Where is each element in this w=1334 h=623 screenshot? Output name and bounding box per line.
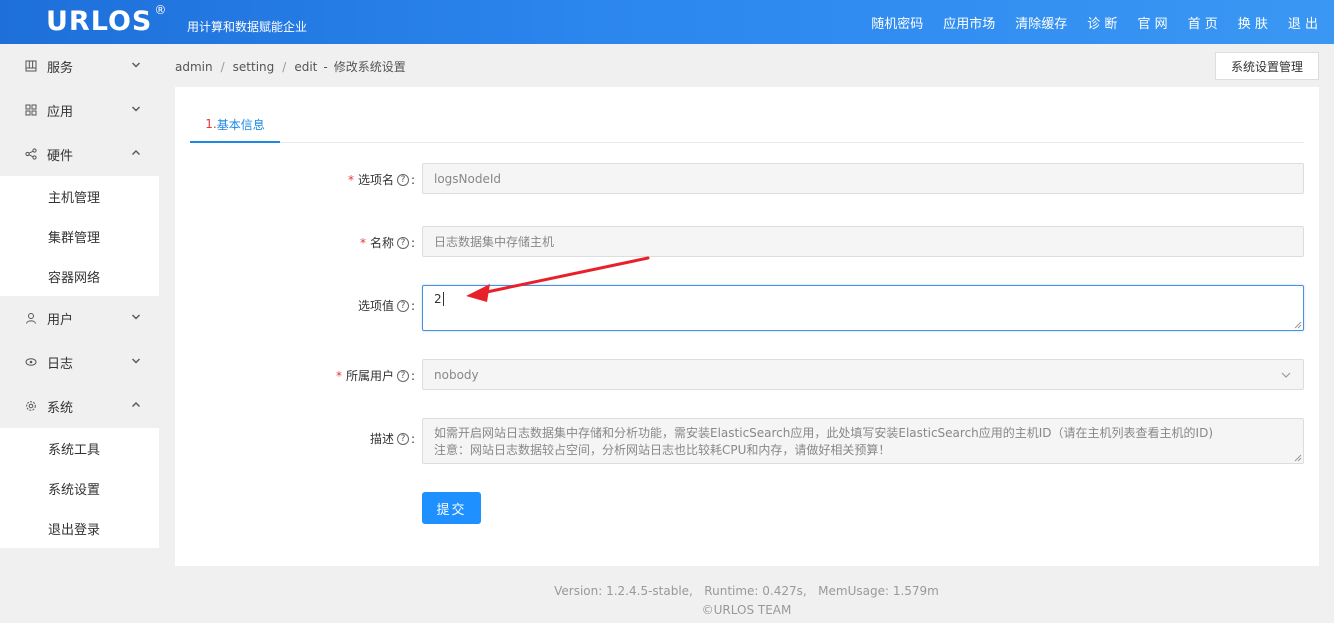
owner-select[interactable]: nobody: [422, 359, 1304, 390]
description-textarea[interactable]: 如需开启网站日志数据集中存储和分析功能，需安装ElasticSearch应用，此…: [422, 418, 1304, 464]
hardware-submenu: 主机管理 集群管理 容器网络: [0, 176, 159, 296]
breadcrumb-edit: edit: [294, 59, 318, 74]
apps-icon: [24, 103, 38, 117]
chevron-down-icon: [1281, 372, 1291, 378]
grid-icon: [24, 59, 38, 73]
sidebar-item-label: 日志: [47, 356, 74, 372]
user-icon: [24, 311, 38, 325]
nav-logout[interactable]: 退 出: [1288, 13, 1318, 32]
breadcrumb-admin[interactable]: admin: [175, 60, 213, 74]
chevron-down-icon: [132, 314, 140, 320]
form-card: 1. 基本信息 * 选项名?: logsNodeId * 名称?: 日志数据集中存储主…: [175, 87, 1319, 566]
breadcrumb: admin / setting / edit - 修改系统设置: [175, 59, 406, 75]
help-icon: ?: [396, 369, 409, 382]
sidebar-item-system-settings[interactable]: 系统设置: [0, 468, 159, 508]
sidebar-item-system[interactable]: 系统: [0, 384, 159, 428]
chevron-up-icon: [132, 402, 140, 407]
submit-button[interactable]: 提交: [422, 492, 481, 524]
chevron-down-icon: [132, 62, 140, 68]
owner-label: * 所属用户?:: [335, 368, 415, 384]
footer-copyright: ©URLOS TEAM: [701, 603, 792, 617]
name-label: * 名称?:: [359, 235, 415, 251]
nav-random-password[interactable]: 随机密码: [871, 13, 923, 32]
sidebar-item-container-network[interactable]: 容器网络: [0, 256, 159, 296]
help-icon: ?: [396, 236, 409, 249]
description-label: 描述?:: [369, 431, 415, 447]
nav-official-site[interactable]: 官 网: [1137, 13, 1167, 32]
nav-home[interactable]: 首 页: [1188, 13, 1218, 32]
nav-diagnose[interactable]: 诊 断: [1087, 13, 1117, 32]
option-name-label: * 选项名?:: [347, 172, 415, 188]
eye-icon: [24, 355, 38, 369]
gear-icon: [24, 399, 38, 413]
sidebar-item-services[interactable]: 服务: [0, 44, 159, 88]
sidebar-item-users[interactable]: 用户: [0, 296, 159, 340]
breadcrumb-setting[interactable]: setting: [233, 60, 275, 74]
sidebar-item-label: 系统: [47, 400, 74, 416]
sidebar-item-apps[interactable]: 应用: [0, 88, 159, 132]
sidebar-item-hardware[interactable]: 硬件: [0, 132, 159, 176]
sidebar-item-logs[interactable]: 日志: [0, 340, 159, 384]
sidebar-item-system-tools[interactable]: 系统工具: [0, 428, 159, 468]
nav-skin[interactable]: 换 肤: [1238, 13, 1268, 32]
chevron-up-icon: [132, 150, 140, 155]
sidebar-item-label: 应用: [47, 104, 74, 120]
option-value-label: 选项值?:: [357, 298, 415, 314]
form-tabs: 1. 基本信息: [190, 107, 1304, 143]
settings-management-button[interactable]: 系统设置管理: [1215, 52, 1319, 80]
name-field[interactable]: 日志数据集中存储主机: [422, 226, 1304, 257]
nav-clear-cache[interactable]: 清除缓存: [1015, 13, 1067, 32]
resize-handle-icon[interactable]: [1294, 454, 1302, 462]
sidebar-item-label: 硬件: [47, 148, 74, 164]
sidebar-item-host-management[interactable]: 主机管理: [0, 176, 159, 216]
option-name-field[interactable]: logsNodeId: [422, 163, 1304, 194]
slogan: 用计算和数据赋能企业: [187, 20, 308, 34]
help-icon: ?: [396, 173, 409, 186]
help-icon: ?: [396, 299, 409, 312]
sidebar-item-cluster-management[interactable]: 集群管理: [0, 216, 159, 256]
sidebar-item-sign-out[interactable]: 退出登录: [0, 508, 159, 548]
help-icon: ?: [396, 432, 409, 445]
logo[interactable]: URLOS ®: [46, 3, 167, 37]
chevron-down-icon: [132, 106, 140, 112]
nav-app-market[interactable]: 应用市场: [943, 13, 995, 32]
top-nav: 随机密码 应用市场 清除缓存 诊 断 官 网 首 页 换 肤 退 出: [851, 0, 1318, 44]
sidebar-item-label: 用户: [47, 312, 74, 328]
top-header: URLOS ® 用计算和数据赋能企业 随机密码 应用市场 清除缓存 诊 断 官 网…: [0, 0, 1334, 44]
page-title: 修改系统设置: [333, 60, 406, 74]
resize-handle-icon[interactable]: [1294, 321, 1302, 329]
footer: Version: 1.2.4.5-stable, Runtime: 0.427s…: [159, 582, 1334, 620]
tab-basic-info[interactable]: 1. 基本信息: [190, 107, 280, 143]
share-icon: [24, 147, 38, 161]
sidebar-item-label: 服务: [47, 60, 74, 76]
sidebar: 服务 应用 硬件 主机管理 集群管理 容器网络 用户 日志 系统 系统工具 系统…: [0, 44, 159, 623]
chevron-down-icon: [132, 358, 140, 364]
system-submenu: 系统工具 系统设置 退出登录: [0, 428, 159, 548]
footer-version: Version: 1.2.4.5-stable, Runtime: 0.427s…: [554, 584, 939, 598]
option-value-textarea[interactable]: 2: [422, 285, 1304, 331]
